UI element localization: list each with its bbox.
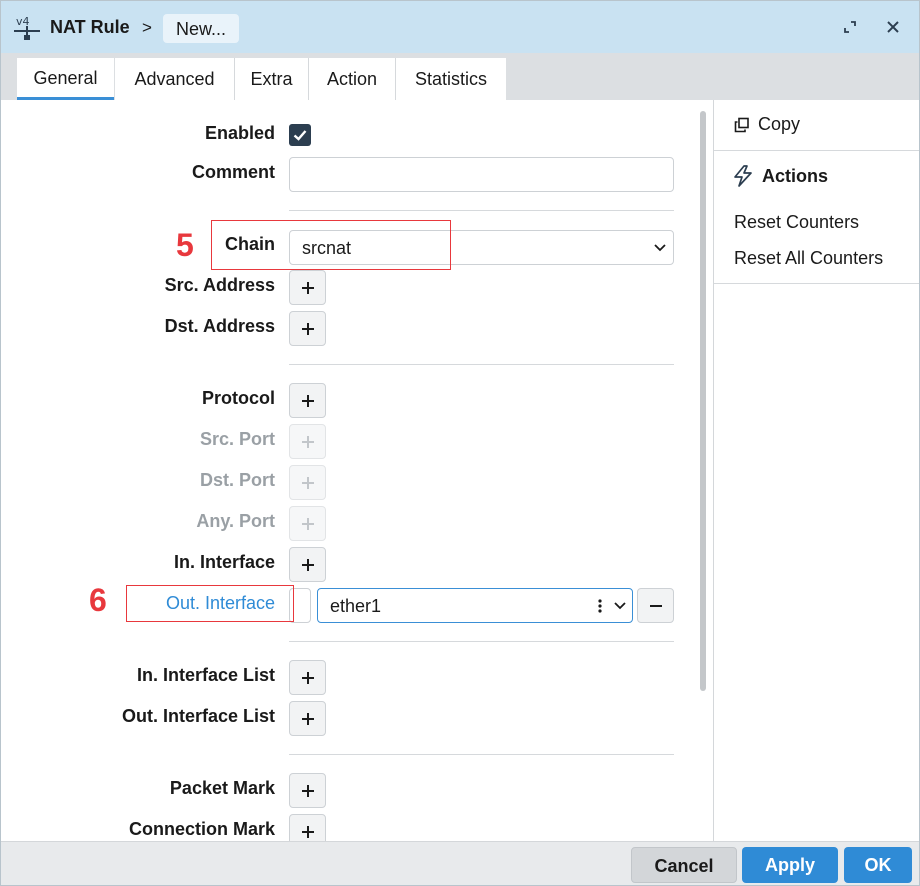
copy-button[interactable]: Copy	[734, 114, 800, 135]
add-connection-mark-button[interactable]	[289, 814, 326, 841]
section-divider	[289, 210, 674, 211]
in-interface-list-label: In. Interface List	[136, 665, 275, 685]
protocol-label: Protocol	[201, 388, 275, 408]
nat-rule-window: v4 NAT Rule > New... General Advanced Ex…	[0, 0, 920, 886]
add-packet-mark-button[interactable]	[289, 773, 326, 808]
check-icon	[293, 130, 307, 141]
src-port-label: Src. Port	[199, 429, 275, 449]
ok-button[interactable]: OK	[844, 847, 912, 883]
section-divider	[289, 364, 674, 365]
add-dst-address-button[interactable]	[289, 311, 326, 346]
out-interface-select[interactable]: ether1	[317, 588, 633, 623]
plus-icon	[301, 671, 314, 684]
more-vertical-icon[interactable]	[598, 599, 602, 613]
out-interface-list-label: Out. Interface List	[121, 706, 275, 726]
plus-icon	[301, 784, 314, 797]
restore-window-button[interactable]	[839, 16, 861, 38]
annotation-box-chain	[211, 220, 451, 270]
restore-icon	[844, 21, 856, 33]
general-form: Enabled Comment Chain Src. Address Dst. …	[1, 1, 712, 841]
plus-icon	[301, 394, 314, 407]
enabled-label: Enabled	[204, 123, 275, 143]
add-src-address-button[interactable]	[289, 270, 326, 305]
close-icon	[887, 21, 899, 33]
section-divider	[289, 641, 674, 642]
close-window-button[interactable]	[882, 16, 904, 38]
apply-button[interactable]: Apply	[742, 847, 838, 883]
lightning-icon	[734, 165, 752, 187]
reset-counters-button[interactable]: Reset Counters	[734, 212, 859, 233]
form-scrollbar[interactable]	[700, 111, 706, 691]
actions-sidebar: Copy Actions Reset Counters Reset All Co…	[713, 100, 919, 841]
plus-icon	[301, 281, 314, 294]
chevron-down-icon	[654, 244, 666, 252]
plus-icon	[301, 825, 314, 838]
in-interface-label: In. Interface	[173, 552, 275, 572]
minus-icon	[649, 604, 662, 607]
copy-label: Copy	[758, 114, 801, 134]
annotation-number-out-interface: 6	[89, 582, 107, 618]
dst-address-label: Dst. Address	[164, 316, 275, 336]
comment-field[interactable]	[289, 157, 674, 192]
actions-title: Actions	[762, 165, 829, 186]
remove-out-interface-button[interactable]	[637, 588, 674, 623]
add-in-interface-list-button[interactable]	[289, 660, 326, 695]
sidebar-divider	[714, 150, 919, 151]
reset-all-counters-button[interactable]: Reset All Counters	[734, 248, 883, 269]
annotation-number-chain: 5	[176, 227, 194, 263]
enabled-checkbox[interactable]	[289, 124, 311, 146]
plus-icon	[301, 517, 314, 530]
actions-header: Actions	[732, 165, 828, 187]
add-protocol-button[interactable]	[289, 383, 326, 418]
copy-icon	[734, 117, 749, 132]
packet-mark-label: Packet Mark	[169, 778, 275, 798]
section-divider	[289, 754, 674, 755]
plus-icon	[301, 322, 314, 335]
add-in-interface-button[interactable]	[289, 547, 326, 582]
plus-icon	[301, 476, 314, 489]
cancel-button[interactable]: Cancel	[631, 847, 737, 883]
any-port-label: Any. Port	[196, 511, 275, 531]
add-src-port-button	[289, 424, 326, 459]
plus-icon	[301, 558, 314, 571]
plus-icon	[301, 435, 314, 448]
dst-port-label: Dst. Port	[199, 470, 275, 490]
chevron-down-icon	[614, 602, 626, 610]
annotation-box-out-interface	[126, 585, 294, 622]
out-interface-value: ether1	[330, 596, 382, 616]
add-out-interface-list-button[interactable]	[289, 701, 326, 736]
add-any-port-button	[289, 506, 326, 541]
sidebar-divider	[714, 283, 919, 284]
src-address-label: Src. Address	[164, 275, 275, 295]
connection-mark-label: Connection Mark	[128, 819, 275, 839]
dialog-footer: Cancel Apply OK	[1, 841, 919, 885]
comment-label: Comment	[191, 162, 275, 182]
plus-icon	[301, 712, 314, 725]
label-column: Enabled Comment Chain Src. Address Dst. …	[1, 1, 275, 841]
add-dst-port-button	[289, 465, 326, 500]
